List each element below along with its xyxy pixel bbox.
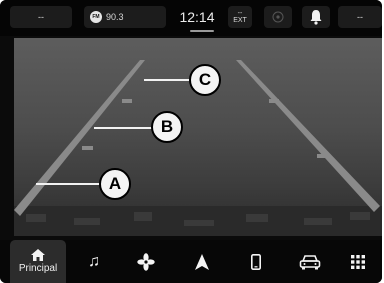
nav-navigation-button[interactable]: [178, 240, 226, 283]
nav-phone-button[interactable]: [232, 240, 280, 283]
marker-c-label: C: [198, 70, 212, 89]
rear-camera-view: A B C: [14, 38, 382, 236]
status-left-value: --: [38, 12, 44, 22]
left-tick-near: [82, 146, 93, 150]
right-tick-near: [317, 154, 328, 158]
nav-media-button[interactable]: ♫: [70, 240, 118, 283]
exterior-temp-value: --: [237, 10, 243, 17]
left-tick-mid: [122, 99, 132, 103]
radio-chip[interactable]: FM 90.3: [84, 6, 166, 28]
nav-climate-button[interactable]: [122, 240, 170, 283]
nav-home-label: Principal: [18, 263, 58, 274]
status-left-chip[interactable]: --: [10, 6, 72, 28]
exterior-temp-chip[interactable]: -- EXT: [228, 6, 252, 28]
apps-grid-icon: [351, 254, 365, 269]
marker-b-label: B: [160, 117, 174, 136]
right-guideline: [236, 60, 380, 212]
fan-icon: [137, 252, 155, 271]
radio-frequency: 90.3: [106, 12, 124, 22]
nav-apps-button[interactable]: [334, 240, 382, 283]
status-right-value: --: [357, 12, 363, 22]
infotainment-screen: -- FM 90.3 12:14 -- EXT -- A B C Princip…: [0, 0, 382, 283]
clock: 12:14: [179, 9, 215, 25]
circle-indicator-icon: [272, 11, 284, 23]
nav-home-button[interactable]: Principal: [10, 240, 66, 283]
phone-icon: [251, 253, 261, 270]
status-indicator-chip[interactable]: [264, 6, 292, 28]
right-tick-far: [269, 99, 279, 103]
fm-radio-icon: FM: [90, 11, 102, 23]
clock-underline: [190, 30, 214, 32]
navigation-arrow-icon: [195, 253, 209, 270]
notifications-chip[interactable]: [302, 6, 330, 28]
bottom-navigation: Principal ♫: [0, 240, 382, 283]
marker-a-label: A: [108, 174, 122, 193]
exterior-temp-label: EXT: [233, 17, 247, 24]
home-icon: [31, 249, 45, 261]
car-icon: [299, 254, 321, 269]
bell-icon: [310, 10, 322, 25]
status-bar: -- FM 90.3 12:14 -- EXT --: [0, 0, 382, 36]
music-icon: ♫: [88, 252, 100, 270]
status-right-chip[interactable]: --: [338, 6, 382, 28]
nav-vehicle-button[interactable]: [286, 240, 334, 283]
